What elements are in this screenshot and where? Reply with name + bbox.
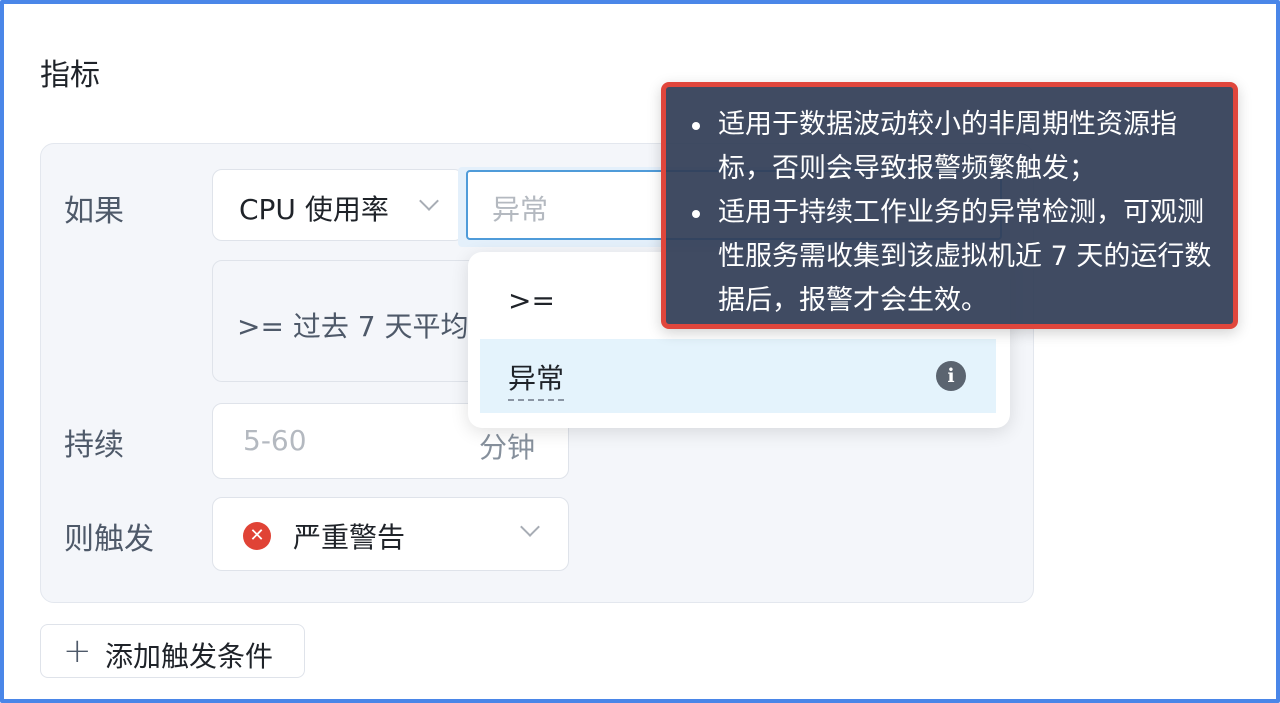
add-condition-button[interactable]: + 添加触发条件 (40, 624, 305, 678)
option-label: >= (508, 284, 555, 317)
tooltip-item: 适用于持续工作业务的异常检测，可观测性服务需收集到该虚拟机近 7 天的运行数据后… (686, 191, 1216, 323)
if-label: 如果 (64, 194, 124, 229)
section-title: 指标 (40, 58, 100, 93)
condition-placeholder: 异常 (492, 193, 549, 226)
option-label: 异常 (508, 357, 565, 401)
tooltip-list: 适用于数据波动较小的非周期性资源指标，否则会导致报警频繁触发； 适用于持续工作业… (686, 103, 1216, 323)
severity-value: 严重警告 (293, 521, 406, 554)
info-tooltip: 适用于数据波动较小的非周期性资源指标，否则会导致报警频繁触发； 适用于持续工作业… (661, 82, 1238, 329)
tooltip-item: 适用于数据波动较小的非周期性资源指标，否则会导致报警频繁触发； (686, 103, 1216, 191)
duration-label: 持续 (64, 428, 124, 463)
plus-icon: + (63, 631, 92, 671)
add-condition-label: 添加触发条件 (105, 640, 274, 673)
threshold-text: >= 过去 7 天平均 (237, 310, 469, 343)
metric-select-value: CPU 使用率 (239, 193, 389, 226)
trigger-label: 则触发 (64, 522, 154, 557)
error-circle-icon: ✕ (243, 522, 271, 550)
duration-unit: 分钟 (479, 431, 536, 464)
severity-select[interactable]: ✕ 严重警告 (212, 497, 569, 571)
chevron-down-icon (520, 517, 540, 537)
duration-placeholder: 5-60 (243, 424, 307, 457)
dropdown-option-anomaly[interactable]: 异常 i (480, 339, 996, 413)
info-icon[interactable]: i (936, 361, 966, 391)
